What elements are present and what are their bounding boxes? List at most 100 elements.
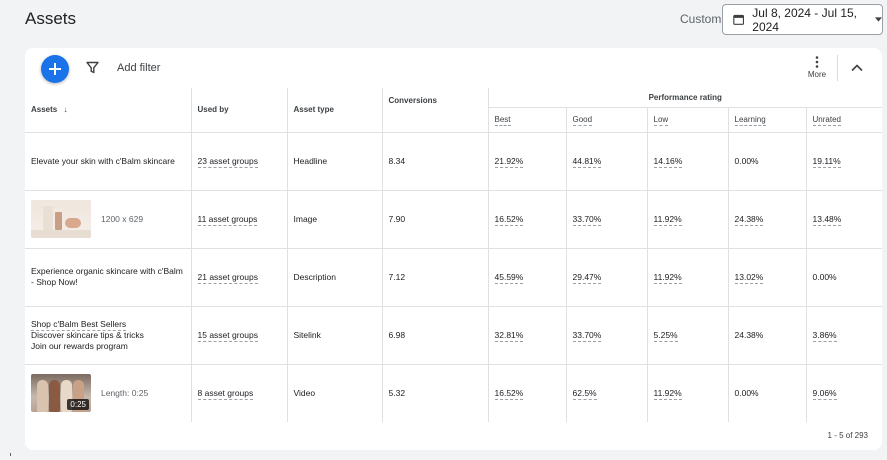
unrated-cell[interactable]: 9.06%	[806, 363, 882, 422]
add-asset-button[interactable]	[41, 55, 69, 83]
table-row[interactable]: 1200 x 629 11 asset groups Image 7.90 16…	[25, 189, 882, 248]
best-cell[interactable]: 21.92%	[488, 131, 567, 190]
low-value[interactable]: 11.92%	[653, 272, 682, 284]
image-thumbnail[interactable]	[31, 200, 91, 238]
col-best[interactable]: Best	[488, 106, 567, 132]
learning-cell: 0.00%	[728, 363, 807, 422]
low-value[interactable]: 11.92%	[653, 214, 682, 226]
used-by-link[interactable]: 11 asset groups	[197, 214, 258, 226]
col-low-label: Low	[653, 115, 669, 126]
low-value[interactable]: 14.16%	[653, 156, 683, 168]
asset-type-cell: Image	[287, 189, 383, 248]
unrated-cell[interactable]: 13.48%	[806, 189, 882, 248]
asset-type-cell: Sitelink	[287, 305, 383, 364]
low-cell[interactable]: 5.25%	[647, 305, 729, 364]
pagination-info: 1 - 5 of 293	[827, 431, 868, 440]
used-by-cell[interactable]: 23 asset groups	[191, 131, 288, 190]
chevron-down-icon	[875, 17, 882, 22]
col-low[interactable]: Low	[647, 106, 729, 132]
conversions-cell: 5.32	[382, 363, 489, 422]
col-asset-type[interactable]: Asset type	[287, 88, 383, 132]
low-cell[interactable]: 11.92%	[647, 363, 729, 422]
table-row[interactable]: Elevate your skin with c'Balm skincare 2…	[25, 131, 882, 190]
low-cell[interactable]: 14.16%	[647, 131, 729, 190]
chevron-up-icon[interactable]	[849, 60, 865, 76]
learning-cell[interactable]: 13.02%	[728, 247, 807, 306]
good-cell[interactable]: 33.70%	[566, 305, 648, 364]
low-value[interactable]: 11.92%	[653, 388, 682, 401]
best-cell[interactable]: 16.52%	[488, 363, 567, 422]
unrated-value[interactable]: 9.06%	[812, 388, 837, 401]
col-unrated[interactable]: Unrated	[806, 106, 882, 132]
date-range-picker[interactable]: Jul 8, 2024 - Jul 15, 2024	[722, 4, 883, 35]
used-by-link[interactable]: 8 asset groups	[197, 388, 254, 401]
sitelink-line: Discover skincare tips & tricks	[31, 329, 144, 340]
unrated-value[interactable]: 19.11%	[812, 156, 841, 168]
learning-value[interactable]: 13.02%	[734, 272, 764, 284]
low-cell[interactable]: 11.92%	[647, 247, 729, 306]
table-row[interactable]: 0:25 Length: 0:25 8 asset groups Video 5…	[25, 363, 882, 422]
asset-type-cell: Video	[287, 363, 383, 422]
good-cell[interactable]: 33.70%	[566, 189, 648, 248]
learning-cell: 24.38%	[728, 305, 807, 364]
table-toolbar: Add filter More	[25, 48, 882, 88]
low-cell[interactable]: 11.92%	[647, 189, 729, 248]
conversions-cell: 8.34	[382, 131, 489, 190]
asset-type-cell: Description	[287, 247, 383, 306]
low-value[interactable]: 5.25%	[653, 330, 678, 342]
best-value[interactable]: 21.92%	[494, 156, 524, 168]
best-value[interactable]: 16.52%	[494, 388, 524, 401]
col-conversions[interactable]: Conversions	[382, 88, 489, 132]
good-value[interactable]: 44.81%	[572, 156, 602, 168]
asset-type-cell: Headline	[287, 131, 383, 190]
best-value[interactable]: 16.52%	[494, 214, 524, 226]
more-button[interactable]: More	[803, 54, 831, 84]
used-by-link[interactable]: 21 asset groups	[197, 272, 258, 284]
col-good[interactable]: Good	[566, 106, 648, 132]
good-value[interactable]: 29.47%	[572, 272, 602, 284]
add-filter-button[interactable]: Add filter	[117, 62, 160, 74]
date-range-value: Jul 8, 2024 - Jul 15, 2024	[752, 5, 857, 34]
date-preset-label: Custom	[680, 12, 722, 26]
good-value[interactable]: 33.70%	[572, 330, 602, 342]
used-by-cell[interactable]: 21 asset groups	[191, 247, 288, 306]
unrated-value[interactable]: 13.48%	[812, 214, 842, 226]
good-value[interactable]: 62.5%	[572, 388, 597, 401]
good-value[interactable]: 33.70%	[572, 214, 602, 226]
good-cell[interactable]: 29.47%	[566, 247, 648, 306]
learning-cell[interactable]: 24.38%	[728, 189, 807, 248]
unrated-cell: 0.00%	[806, 247, 882, 306]
best-cell[interactable]: 16.52%	[488, 189, 567, 248]
best-cell[interactable]: 32.81%	[488, 305, 567, 364]
toolbar-divider	[837, 55, 838, 81]
asset-cell: Shop c'Balm Best Sellers Discover skinca…	[25, 305, 192, 364]
sitelink-title[interactable]: Shop c'Balm Best Sellers	[31, 318, 127, 331]
video-thumbnail[interactable]: 0:25	[31, 374, 91, 413]
image-dimensions: 1200 x 629	[101, 214, 144, 224]
plus-icon	[49, 63, 61, 75]
col-assets[interactable]: Assets ↓	[25, 88, 192, 132]
best-cell[interactable]: 45.59%	[488, 247, 567, 306]
col-learning[interactable]: Learning	[728, 106, 807, 132]
used-by-cell[interactable]: 15 asset groups	[191, 305, 288, 364]
used-by-cell[interactable]: 8 asset groups	[191, 363, 288, 422]
best-value[interactable]: 32.81%	[494, 330, 524, 342]
filter-icon[interactable]	[86, 61, 99, 74]
unrated-cell[interactable]: 3.86%	[806, 305, 882, 364]
unrated-value[interactable]: 3.86%	[812, 330, 837, 342]
best-value[interactable]: 45.59%	[494, 272, 524, 284]
sort-arrow-down-icon: ↓	[63, 105, 68, 115]
table-row[interactable]: Experience organic skincare with c'Balm …	[25, 247, 882, 306]
col-used-by[interactable]: Used by	[191, 88, 288, 132]
used-by-link[interactable]: 15 asset groups	[197, 330, 258, 342]
col-best-label: Best	[494, 115, 511, 126]
used-by-link[interactable]: 23 asset groups	[197, 156, 258, 168]
table-row[interactable]: Shop c'Balm Best Sellers Discover skinca…	[25, 305, 882, 364]
used-by-cell[interactable]: 11 asset groups	[191, 189, 288, 248]
video-length: Length: 0:25	[101, 388, 149, 399]
learning-value[interactable]: 24.38%	[734, 214, 764, 226]
good-cell[interactable]: 62.5%	[566, 363, 648, 422]
good-cell[interactable]: 44.81%	[566, 131, 648, 190]
unrated-cell[interactable]: 19.11%	[806, 131, 882, 190]
more-vert-icon	[815, 56, 819, 68]
